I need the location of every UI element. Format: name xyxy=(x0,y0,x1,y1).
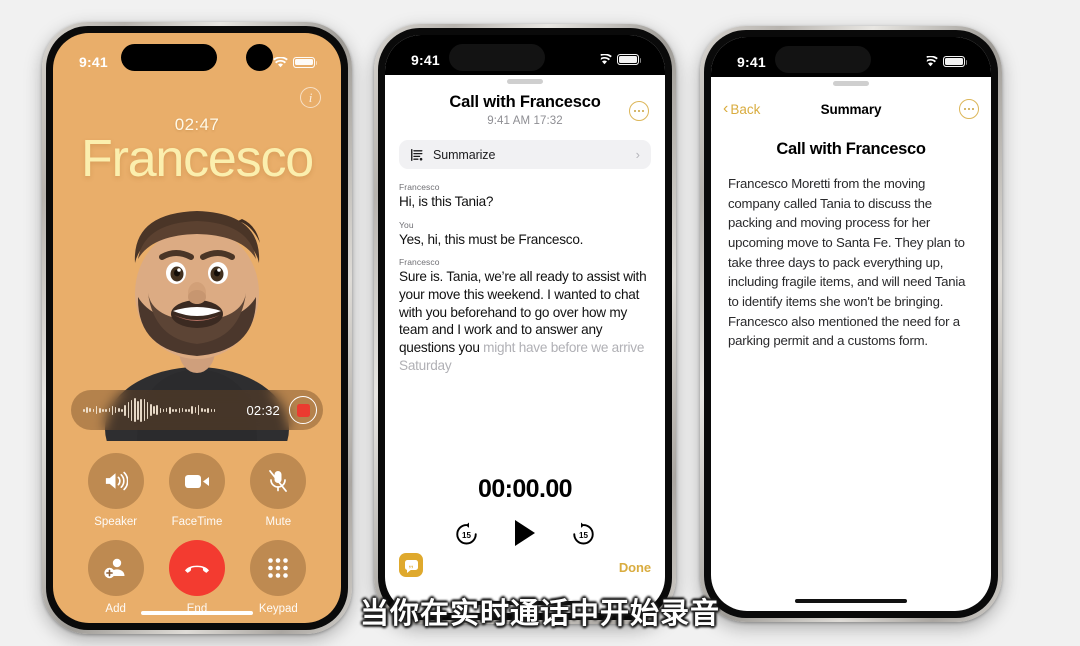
skip-forward-15-icon[interactable]: 15 xyxy=(571,521,596,546)
island-pill xyxy=(449,44,545,71)
svg-text:15: 15 xyxy=(462,530,471,539)
call-recording-view: 9:41 Call with Francesco 9:41 AM 17:32 S… xyxy=(385,35,665,613)
phone-1-bezel: 9:41 i 02:47 Francesco 02:32 Speaker Fac… xyxy=(46,26,348,630)
summary-nav-bar: Summary ‹ Back xyxy=(711,97,991,121)
summarize-button[interactable]: Summarize › xyxy=(399,140,651,169)
phone-2-transcript-screen: 9:41 Call with Francesco 9:41 AM 17:32 S… xyxy=(374,24,676,624)
island-camera xyxy=(246,44,273,71)
summary-view: 9:41 Summary ‹ Back Call with Francesco … xyxy=(711,37,991,611)
status-time: 9:41 xyxy=(79,54,108,70)
transcript-bubble-icon[interactable]: ,, xyxy=(399,553,423,577)
island-camera xyxy=(900,46,927,73)
battery-icon xyxy=(617,54,642,65)
phone-3-screen: 9:41 Summary ‹ Back Call with Francesco … xyxy=(711,37,991,611)
call-control-speaker[interactable]: Speaker xyxy=(75,453,156,528)
transcript-entry: Francesco Sure is. Tania, we’re all read… xyxy=(399,257,653,374)
phone-2-screen: 9:41 Call with Francesco 9:41 AM 17:32 S… xyxy=(385,35,665,613)
island-pill xyxy=(121,44,217,71)
microphone-muted-icon[interactable] xyxy=(250,453,307,509)
call-control-label: FaceTime xyxy=(171,516,223,528)
wifi-icon xyxy=(273,56,288,68)
keypad-icon[interactable] xyxy=(250,540,307,596)
battery-icon xyxy=(943,56,968,67)
battery-icon xyxy=(293,56,318,68)
transcript-text: Sure is. Tania, we’re all ready to assis… xyxy=(399,268,653,374)
status-time: 9:41 xyxy=(411,51,440,68)
waveform-icon xyxy=(83,398,242,422)
transcript-text: Yes, hi, this must be Francesco. xyxy=(399,231,584,247)
dynamic-island xyxy=(449,44,601,71)
call-control-label: Speaker xyxy=(94,516,138,528)
summarize-label: Summarize xyxy=(433,147,496,162)
video-camera-icon[interactable] xyxy=(168,453,225,509)
nav-title: Summary xyxy=(820,101,882,117)
add-person-icon[interactable] xyxy=(87,540,144,596)
ellipsis-circle-icon[interactable] xyxy=(629,101,649,121)
chevron-right-icon: › xyxy=(635,147,640,162)
phone-1-screen: 9:41 i 02:47 Francesco 02:32 Speaker Fac… xyxy=(53,33,341,623)
screenshot-stage: 9:41 i 02:47 Francesco 02:32 Speaker Fac… xyxy=(0,0,1080,646)
phone-1-call-screen: 9:41 i 02:47 Francesco 02:32 Speaker Fac… xyxy=(42,22,352,634)
island-camera xyxy=(574,44,601,71)
status-time: 9:41 xyxy=(737,53,766,70)
play-icon[interactable] xyxy=(515,520,535,546)
recording-title: Call with Francesco xyxy=(449,93,601,111)
active-call-view: 9:41 i 02:47 Francesco 02:32 Speaker Fac… xyxy=(53,33,341,623)
playback-timer: 00:00.00 xyxy=(478,475,573,503)
record-stop-icon[interactable] xyxy=(289,396,317,424)
summary-title: Call with Francesco xyxy=(776,140,926,158)
call-control-facetime[interactable]: FaceTime xyxy=(156,453,237,528)
recording-subtitle: 9:41 AM 17:32 xyxy=(487,115,563,127)
sheet-grabber[interactable] xyxy=(507,79,543,84)
dynamic-island xyxy=(775,46,927,73)
ellipsis-circle-icon[interactable] xyxy=(959,99,979,119)
summarize-icon xyxy=(411,148,423,161)
caller-name: Francesco xyxy=(81,130,314,188)
skip-back-15-icon[interactable]: 15 xyxy=(454,521,479,546)
phone-3-summary-screen: 9:41 Summary ‹ Back Call with Francesco … xyxy=(700,26,1002,622)
video-subtitle: 当你在实时通话中开始录音 xyxy=(359,598,720,630)
summary-body: Francesco Moretti from the moving compan… xyxy=(728,176,966,349)
transcript-entry: Francesco Hi, is this Tania? xyxy=(399,182,653,211)
speaker-icon[interactable] xyxy=(87,453,144,509)
island-pill xyxy=(775,46,871,73)
transcript-speaker: Francesco xyxy=(399,257,440,268)
playback-controls: 15 15 xyxy=(385,520,665,546)
call-recording-bar[interactable]: 02:32 xyxy=(71,390,323,430)
phone-3-bezel: 9:41 Summary ‹ Back Call with Francesco … xyxy=(704,30,998,618)
transcript-text: Hi, is this Tania? xyxy=(399,194,494,209)
recording-header: Call with Francesco 9:41 AM 17:32 xyxy=(385,93,665,127)
call-control-mute[interactable]: Mute xyxy=(238,453,319,528)
end-call-icon[interactable] xyxy=(168,540,225,596)
call-info-button[interactable]: i xyxy=(300,87,321,108)
phone-2-bezel: 9:41 Call with Francesco 9:41 AM 17:32 S… xyxy=(378,28,672,620)
done-button[interactable]: Done xyxy=(619,560,651,575)
call-control-label: Mute xyxy=(265,516,292,528)
transcript-entry: You Yes, hi, this must be Francesco. xyxy=(399,220,653,249)
sheet-grabber[interactable] xyxy=(833,81,869,86)
svg-text:15: 15 xyxy=(579,530,588,539)
transcript-speaker: Francesco xyxy=(399,182,440,192)
transcript-list: Francesco Hi, is this Tania? You Yes, hi… xyxy=(399,182,653,383)
dynamic-island xyxy=(121,44,273,71)
recording-time: 02:32 xyxy=(246,402,280,418)
transcript-speaker: You xyxy=(399,219,414,230)
bubble-glyph: ,, xyxy=(404,560,418,573)
